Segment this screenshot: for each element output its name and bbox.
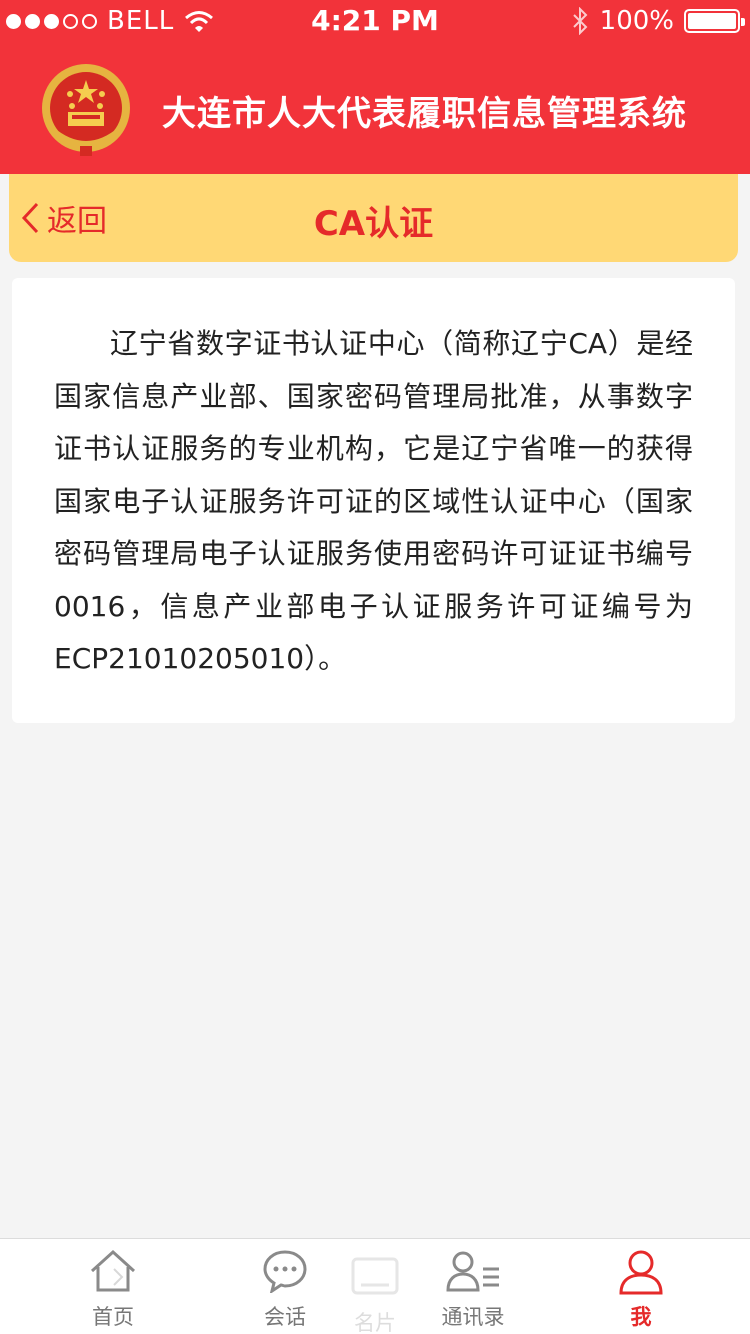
tab-contacts-label: 通讯录 [441, 1305, 505, 1329]
user-icon [619, 1250, 663, 1295]
tab-me-label: 我 [630, 1305, 652, 1329]
tab-bar: 首页 会话 名片 通讯录 我 [0, 1238, 750, 1334]
bluetooth-icon [572, 7, 588, 35]
status-right: 100% [570, 6, 745, 36]
screen: BELL 4:21 PM 100% 大连市人大代表履职信息管理系统 返回 CA认… [0, 0, 750, 1334]
home-icon [90, 1249, 136, 1292]
tab-home-label: 首页 [92, 1305, 134, 1329]
top-area: BELL 4:21 PM 100% 大连市人大代表履职信息管理系统 [0, 0, 750, 174]
battery-percent: 100% [599, 6, 674, 36]
national-emblem-icon [42, 64, 130, 156]
tab-me[interactable]: 我 [566, 1239, 716, 1334]
status-bar: BELL 4:21 PM 100% [0, 0, 750, 42]
nav-bar: 返回 CA认证 [9, 174, 738, 262]
card-icon [351, 1257, 399, 1295]
app-title: 大连市人大代表履职信息管理系统 [162, 94, 687, 134]
content-card: 辽宁省数字证书认证中心（简称辽宁CA）是经国家信息产业部、国家密码管理局批准，从… [12, 278, 735, 723]
contacts-icon [446, 1251, 499, 1292]
tab-contacts[interactable]: 通讯录 [398, 1239, 548, 1334]
page-title: CA认证 [313, 204, 434, 244]
tab-home[interactable]: 首页 [38, 1239, 188, 1334]
ca-description: 辽宁省数字证书认证中心（简称辽宁CA）是经国家信息产业部、国家密码管理局批准，从… [54, 327, 693, 675]
battery-icon [684, 9, 745, 33]
app-header: 大连市人大代表履职信息管理系统 [0, 42, 750, 174]
